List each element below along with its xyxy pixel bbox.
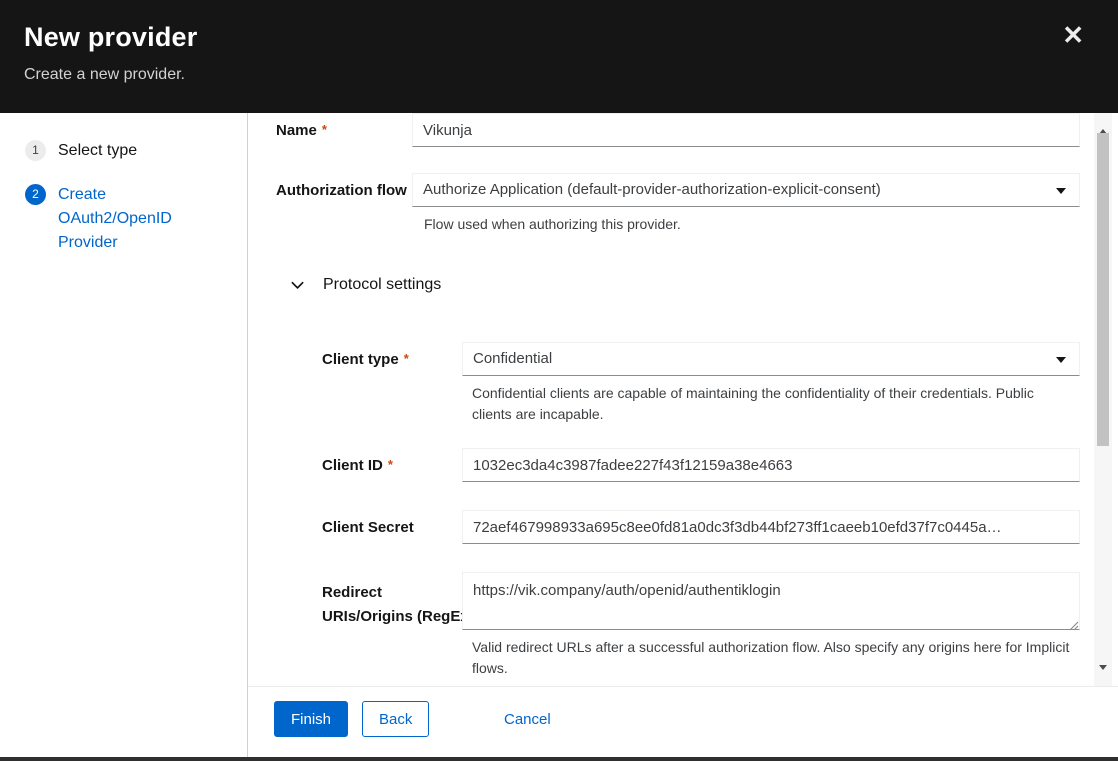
new-provider-wizard-modal: New provider Create a new provider. ✕ 1 … xyxy=(0,0,1118,761)
client-secret-label: Client Secret xyxy=(322,519,414,536)
page-subtitle: Create a new provider. xyxy=(24,66,1094,84)
chevron-down-icon xyxy=(1056,357,1066,363)
required-asterisk: * xyxy=(388,457,393,472)
triangle-down-icon xyxy=(1099,665,1107,685)
authorization-flow-select[interactable]: Authorize Application (default-provider-… xyxy=(412,173,1080,207)
wizard-footer: Finish Back Cancel xyxy=(248,686,1118,757)
client-id-label: Client ID* xyxy=(322,457,393,474)
protocol-settings-toggle[interactable]: Protocol settings xyxy=(290,276,441,294)
step-label: Select type xyxy=(58,139,137,163)
client-type-label: Client type* xyxy=(322,351,409,368)
wizard-step-select-type[interactable]: 1 Select type xyxy=(0,139,247,163)
modal-header: New provider Create a new provider. ✕ xyxy=(0,0,1118,113)
scroll-down-arrow[interactable] xyxy=(1094,669,1112,686)
redirect-uris-help: Valid redirect URLs after a successful a… xyxy=(472,637,1072,679)
chevron-down-icon xyxy=(1056,188,1066,194)
step-number-badge: 1 xyxy=(25,140,46,161)
authorization-flow-help: Flow used when authorizing this provider… xyxy=(424,214,1084,235)
scrollbar-track[interactable] xyxy=(1094,113,1112,686)
name-input[interactable] xyxy=(412,113,1080,147)
wizard-nav: 1 Select type 2 Create OAuth2/OpenID Pro… xyxy=(0,113,248,757)
wizard-form: Name* Authorization flow* Authorize Appl… xyxy=(248,113,1118,686)
scrollbar-thumb[interactable] xyxy=(1097,133,1109,446)
scroll-up-arrow[interactable] xyxy=(1094,113,1112,130)
page-backdrop xyxy=(0,757,1118,761)
page-title: New provider xyxy=(24,22,1094,53)
triangle-up-icon xyxy=(1099,114,1107,134)
name-label: Name* xyxy=(276,122,327,139)
client-type-help: Confidential clients are capable of main… xyxy=(472,383,1072,425)
step-label: Create OAuth2/OpenID Provider xyxy=(58,183,188,255)
step-number-badge: 2 xyxy=(25,184,46,205)
back-button[interactable]: Back xyxy=(362,701,429,737)
close-icon[interactable]: ✕ xyxy=(1062,22,1084,48)
required-asterisk: * xyxy=(322,122,327,137)
finish-button[interactable]: Finish xyxy=(274,701,348,737)
chevron-down-icon xyxy=(290,278,305,293)
protocol-settings-title: Protocol settings xyxy=(323,276,441,294)
client-type-select[interactable]: Confidential xyxy=(462,342,1080,376)
wizard-step-create-provider[interactable]: 2 Create OAuth2/OpenID Provider xyxy=(0,183,247,255)
redirect-uris-textarea[interactable]: https://vik.company/auth/openid/authenti… xyxy=(462,572,1080,630)
authorization-flow-value: Authorize Application (default-provider-… xyxy=(423,181,881,198)
redirect-uris-label: Redirect URIs/Origins (RegEx) xyxy=(322,581,474,629)
authorization-flow-label: Authorization flow* xyxy=(276,182,417,199)
client-secret-input[interactable] xyxy=(462,510,1080,544)
client-id-input[interactable] xyxy=(462,448,1080,482)
required-asterisk: * xyxy=(404,351,409,366)
cancel-button[interactable]: Cancel xyxy=(488,701,567,737)
client-type-value: Confidential xyxy=(473,350,552,367)
